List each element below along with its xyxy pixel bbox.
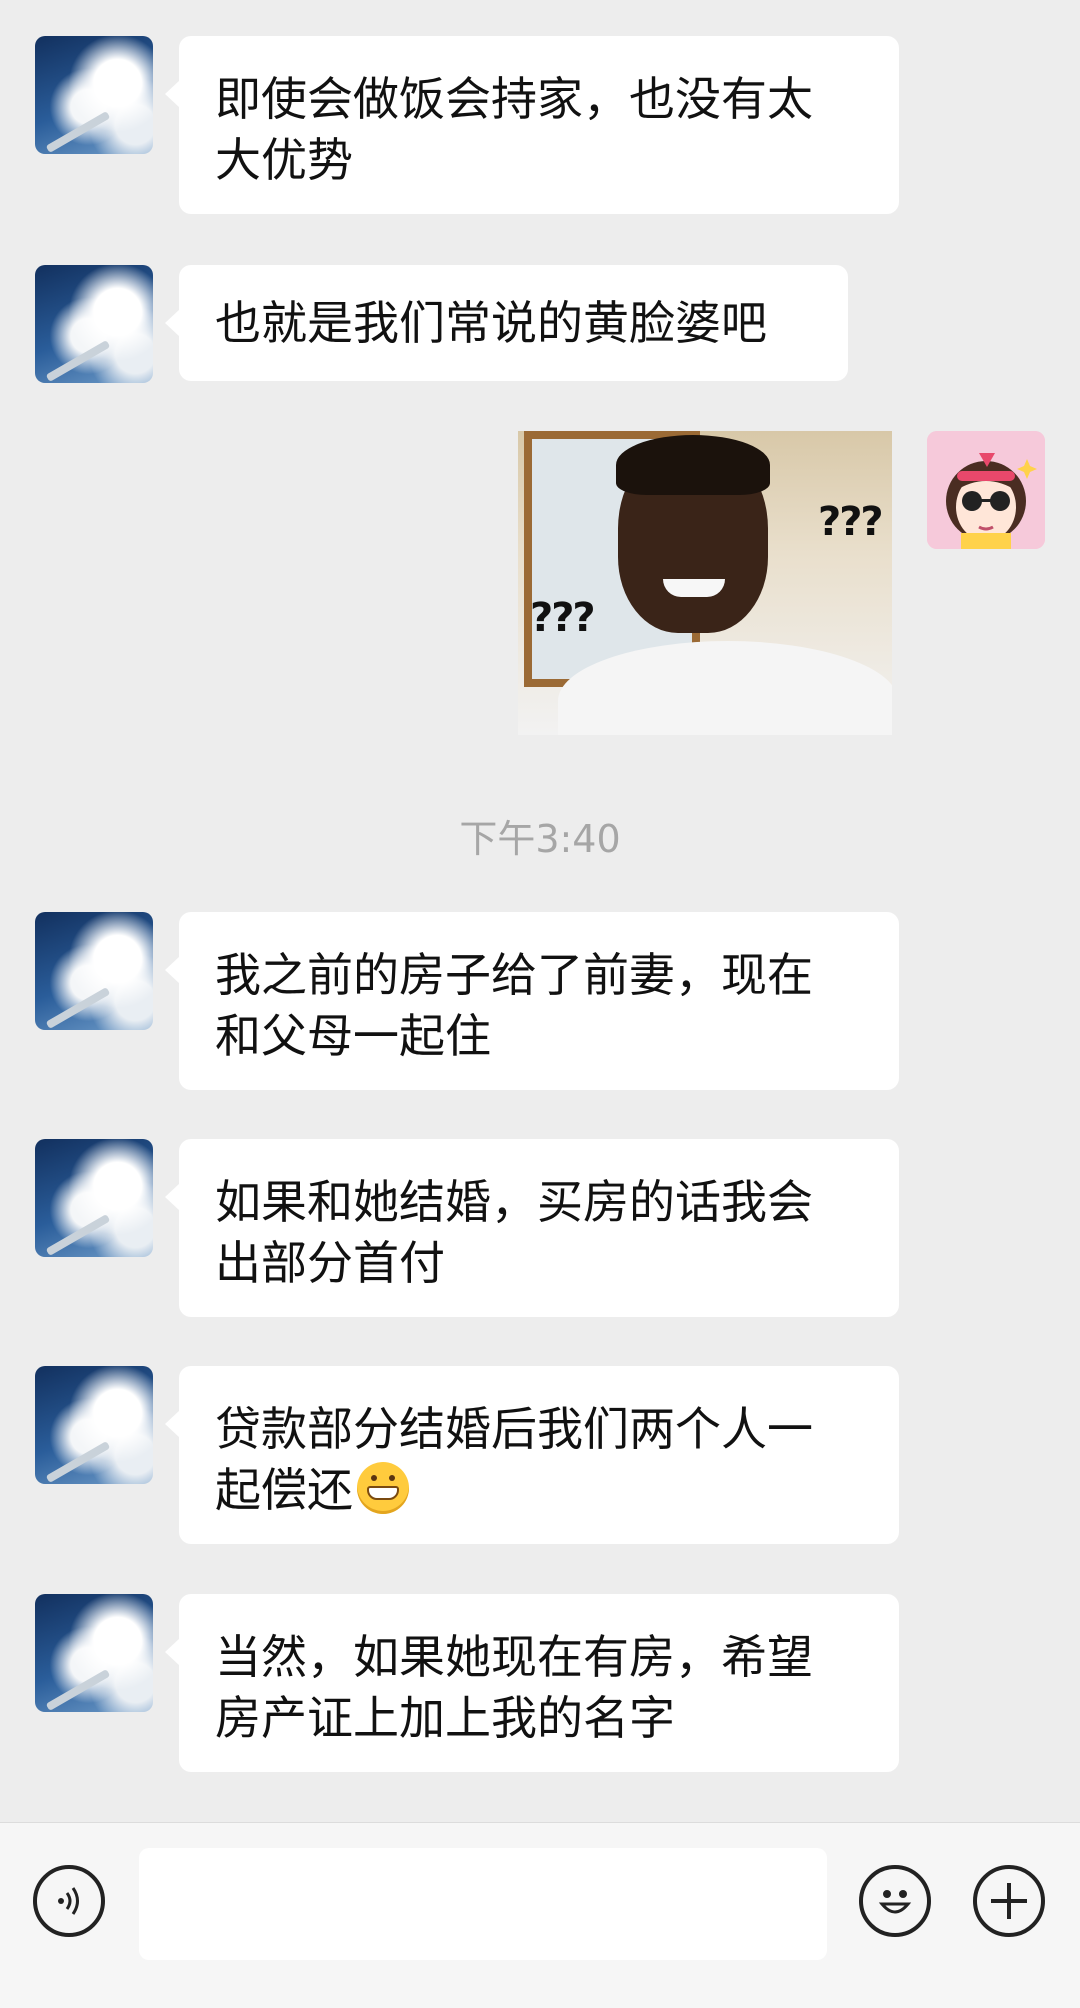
self-avatar[interactable]	[927, 431, 1045, 549]
message-line: 贷款部分结婚后我们两个人一	[215, 1402, 813, 1456]
input-bar	[0, 1822, 1080, 2008]
contact-avatar[interactable]	[35, 36, 153, 154]
message-bubble[interactable]: 我之前的房子给了前妻，现在 和父母一起住	[165, 912, 899, 1090]
contact-avatar[interactable]	[35, 1139, 153, 1257]
contact-avatar[interactable]	[35, 912, 153, 1030]
message-line: 起偿还	[215, 1463, 353, 1517]
emoji-button[interactable]	[859, 1865, 931, 1937]
message-input[interactable]	[139, 1848, 827, 1960]
message-line: 房产证上加上我的名字	[215, 1691, 675, 1745]
contact-avatar[interactable]	[35, 1594, 153, 1712]
plus-icon	[991, 1883, 1027, 1919]
voice-icon	[58, 1887, 79, 1915]
meme-sticker-image[interactable]: ??? ???	[518, 431, 892, 735]
message-line: 出部分首付	[215, 1236, 445, 1290]
message-bubble[interactable]: 也就是我们常说的黄脸婆吧	[165, 265, 848, 381]
message-line: 当然，如果她现在有房，希望	[215, 1630, 813, 1684]
message-line: 也就是我们常说的黄脸婆吧	[215, 296, 767, 350]
girl-avatar-icon	[927, 431, 1045, 549]
chat-area: 即使会做饭会持家，也没有太 大优势 也就是我们常说的黄脸婆吧 ??? ??? 下…	[0, 0, 1080, 1820]
message-bubble[interactable]: 当然，如果她现在有房，希望 房产证上加上我的名字	[165, 1594, 899, 1772]
message-bubble[interactable]: 如果和她结婚，买房的话我会 出部分首付	[165, 1139, 899, 1317]
voice-button[interactable]	[33, 1865, 105, 1937]
message-line: 即使会做饭会持家，也没有太	[215, 72, 813, 126]
emoji-icon	[878, 1890, 912, 1914]
message-bubble[interactable]: 贷款部分结婚后我们两个人一 起偿还	[165, 1366, 899, 1544]
message-line: 和父母一起住	[215, 1009, 491, 1063]
sticker-label-left: ???	[530, 595, 596, 641]
more-button[interactable]	[973, 1865, 1045, 1937]
message-line: 我之前的房子给了前妻，现在	[215, 948, 813, 1002]
contact-avatar[interactable]	[35, 1366, 153, 1484]
message-bubble[interactable]: 即使会做饭会持家，也没有太 大优势	[165, 36, 899, 214]
sticker-label-right: ???	[818, 499, 884, 545]
message-line: 如果和她结婚，买房的话我会	[215, 1175, 813, 1229]
grin-emoji-icon	[357, 1462, 409, 1514]
contact-avatar[interactable]	[35, 265, 153, 383]
message-line: 大优势	[215, 133, 353, 187]
chat-timestamp: 下午3:40	[459, 817, 621, 861]
